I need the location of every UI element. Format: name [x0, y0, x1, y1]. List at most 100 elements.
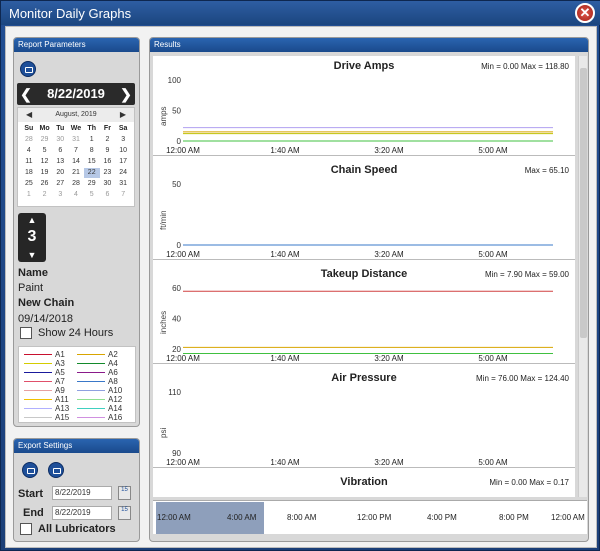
y-tick-label: 20	[172, 345, 181, 354]
calendar-day[interactable]: 27	[52, 179, 68, 189]
calendar-day[interactable]: 17	[115, 157, 131, 167]
calendar-day[interactable]: 31	[68, 135, 84, 145]
prev-day-button[interactable]: ❮	[19, 83, 33, 105]
calendar-day[interactable]: 31	[115, 179, 131, 189]
chart-plot	[153, 472, 575, 497]
calendar-day[interactable]: 21	[68, 168, 84, 178]
time-tick-label: 12:00 AM	[551, 513, 585, 522]
calendar-day[interactable]: 13	[52, 157, 68, 167]
calendar-day[interactable]: 22	[83, 168, 100, 178]
calendar-day[interactable]: 1	[21, 190, 37, 200]
x-tick-label: 1:40 AM	[270, 250, 300, 259]
time-navigator[interactable]: 12:00 AM 4:00 AM 8:00 AM 12:00 PM 4:00 PM 8:0…	[153, 500, 587, 534]
chain-stepper: ▲ 3 ▼	[18, 213, 46, 262]
calendar-day[interactable]: 9	[100, 146, 116, 156]
legend-entry: A15	[24, 413, 69, 422]
charts-area: Drive Amps Min = 0.00 Max = 118.80 amps 100…	[153, 56, 575, 497]
print-icon[interactable]	[20, 61, 36, 77]
calendar-day[interactable]: 20	[52, 168, 68, 178]
calendar-day[interactable]: 6	[52, 146, 68, 156]
calendar-day[interactable]: 23	[100, 168, 116, 178]
calendar-day[interactable]: 25	[21, 179, 37, 189]
chart-chain-speed: Chain Speed Max = 65.10 ft/min 50 0 12:00 AM 1…	[153, 160, 575, 260]
legend-entry: A3	[24, 359, 65, 368]
legend-swatch	[24, 417, 52, 419]
legend-label: A11	[55, 395, 69, 404]
calendar-day[interactable]: 3	[115, 135, 131, 145]
calendar-day[interactable]: 2	[37, 190, 53, 200]
close-icon: ✕	[579, 5, 591, 20]
start-calendar-button[interactable]: 15	[118, 486, 131, 500]
calendar-day[interactable]: 7	[115, 190, 131, 200]
legend-swatch	[77, 372, 105, 374]
calendar-day[interactable]: 1	[84, 135, 100, 145]
legend-swatch	[24, 363, 52, 365]
next-day-button[interactable]: ❯	[119, 83, 133, 105]
calendar-day[interactable]: 29	[37, 135, 53, 145]
chart-plot: 60 40 2012:00 AM 1:40 AM 3:20 AM 5:00 AM	[166, 284, 553, 363]
stepper-up-button[interactable]: ▲	[18, 214, 46, 226]
chart-vibration: Vibration Min = 0.00 Max = 0.17	[153, 472, 575, 497]
stepper-value: 3	[27, 228, 37, 245]
legend-label: A5	[55, 368, 65, 377]
weekday-label: Fr	[103, 125, 111, 132]
calendar-day[interactable]: 12	[37, 157, 53, 167]
legend-swatch	[77, 390, 105, 392]
legend-swatch	[77, 408, 105, 410]
results-scrollbar[interactable]	[578, 56, 587, 497]
calendar-day[interactable]: 28	[68, 179, 84, 189]
calendar-day[interactable]: 16	[100, 157, 116, 167]
calendar-day[interactable]: 18	[21, 168, 37, 178]
close-button[interactable]: ✕	[575, 3, 595, 23]
calendar-day[interactable]: 24	[115, 168, 131, 178]
start-date-field[interactable]: 8/22/2019	[52, 486, 112, 500]
next-month-button[interactable]: ▶	[120, 108, 126, 122]
calendar-day[interactable]: 30	[100, 179, 116, 189]
calendar-day[interactable]: 14	[68, 157, 84, 167]
legend-entry: A9	[24, 386, 65, 395]
calendar-day[interactable]: 10	[115, 146, 131, 156]
calendar-day[interactable]: 28	[21, 135, 37, 145]
x-tick-label: 5:00 AM	[478, 250, 508, 259]
calendar-day[interactable]: 4	[68, 190, 84, 200]
legend-entry: A6	[77, 368, 118, 377]
end-date-field[interactable]: 8/22/2019	[52, 506, 112, 520]
scrollbar-thumb[interactable]	[580, 68, 587, 338]
calendar-header: ◀ August, 2019 ▶	[18, 108, 134, 122]
calendar-day[interactable]: 5	[37, 146, 53, 156]
calendar-day[interactable]: 7	[68, 146, 84, 156]
calendar-day[interactable]: 5	[84, 190, 100, 200]
export-csv-icon[interactable]	[22, 462, 38, 478]
y-tick-label: 0	[177, 241, 182, 250]
show-24-hours-checkbox[interactable]	[20, 327, 32, 339]
start-label: Start	[18, 488, 44, 500]
x-tick-label: 12:00 AM	[166, 458, 200, 467]
stepper-down-button[interactable]: ▼	[18, 249, 46, 261]
legend-label: A3	[55, 359, 65, 368]
calendar-day[interactable]: 2	[100, 135, 116, 145]
legend-label: A9	[55, 386, 65, 395]
legend-label: A16	[108, 413, 123, 422]
legend-label: A1	[55, 350, 65, 359]
legend-label: A6	[108, 368, 118, 377]
weekday-label: Mo	[39, 125, 50, 132]
all-lubricators-checkbox[interactable]	[20, 523, 32, 535]
prev-month-button[interactable]: ◀	[26, 108, 32, 122]
calendar-day[interactable]: 19	[37, 168, 53, 178]
x-tick-label: 1:40 AM	[270, 458, 300, 467]
calendar-day[interactable]: 15	[84, 157, 100, 167]
date-selector: ❮ 8/22/2019 ❯	[17, 83, 135, 105]
end-calendar-button[interactable]: 15	[118, 506, 131, 520]
calendar-day[interactable]: 11	[21, 157, 37, 167]
weekday-label: Su	[24, 125, 34, 132]
calendar-day[interactable]: 6	[100, 190, 116, 200]
legend-entry: A4	[77, 359, 118, 368]
export-save-icon[interactable]	[48, 462, 64, 478]
calendar-day[interactable]: 3	[52, 190, 68, 200]
y-tick-label: 0	[177, 137, 182, 146]
calendar-day[interactable]: 26	[37, 179, 53, 189]
calendar-day[interactable]: 29	[84, 179, 100, 189]
calendar-day[interactable]: 4	[21, 146, 37, 156]
calendar-day[interactable]: 30	[52, 135, 68, 145]
calendar-day[interactable]: 8	[84, 146, 100, 156]
